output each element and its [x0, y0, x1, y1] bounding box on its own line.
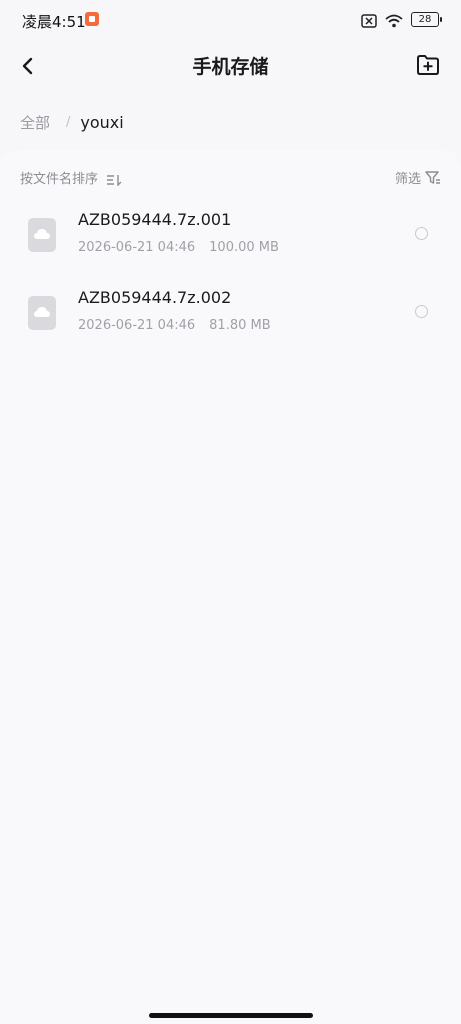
breadcrumb-current[interactable]: youxi — [80, 113, 123, 132]
app-notification-icon — [85, 12, 99, 26]
select-radio[interactable] — [415, 305, 428, 318]
filter-button[interactable]: 筛选 — [395, 168, 441, 187]
cloud-file-icon — [34, 229, 50, 239]
folder-plus-icon — [417, 55, 439, 75]
status-icons: 28 — [361, 12, 442, 28]
new-folder-button[interactable] — [413, 50, 443, 80]
sort-label: 按文件名排序 — [20, 172, 99, 187]
sort-button[interactable]: 按文件名排序 — [20, 168, 122, 187]
filter-icon — [425, 170, 440, 184]
file-date: 2026-06-21 04:46 — [78, 240, 196, 255]
status-time: 凌晨4:51 — [22, 13, 86, 31]
page-title: 手机存储 — [192, 56, 269, 78]
file-date: 2026-06-21 04:46 — [78, 318, 196, 333]
breadcrumb-root[interactable]: 全部 — [20, 112, 50, 133]
file-meta: 2026-06-21 04:46 100.00 MB — [78, 240, 279, 255]
file-list-panel: 按文件名排序 筛选 AZB059444.7z.001 2026-06-21 04… — [0, 150, 461, 1024]
home-indicator[interactable] — [149, 1013, 313, 1018]
file-size: 100.00 MB — [209, 240, 279, 255]
wifi-icon — [385, 13, 403, 27]
breadcrumb-separator: / — [66, 115, 71, 130]
sort-icon — [107, 174, 122, 186]
file-list-item[interactable]: AZB059444.7z.002 2026-06-21 04:46 81.80 M… — [0, 276, 461, 354]
filter-label: 筛选 — [394, 172, 421, 187]
file-name: AZB059444.7z.001 — [78, 210, 232, 229]
file-list-item[interactable]: AZB059444.7z.001 2026-06-21 04:46 100.00 … — [0, 198, 461, 276]
select-radio[interactable] — [415, 227, 428, 240]
breadcrumb: 全部 / youxi — [20, 112, 124, 133]
no-sim-icon — [361, 13, 377, 28]
file-size: 81.80 MB — [209, 318, 271, 333]
file-thumbnail — [28, 296, 56, 330]
file-meta: 2026-06-21 04:46 81.80 MB — [78, 318, 271, 333]
status-bar: 凌晨4:51 28 — [0, 0, 461, 42]
file-name: AZB059444.7z.002 — [78, 288, 232, 307]
top-app-bar: 手机存储 — [0, 42, 461, 90]
file-thumbnail — [28, 218, 56, 252]
battery-indicator: 28 — [411, 12, 442, 27]
cloud-file-icon — [34, 307, 50, 317]
sort-bar: 按文件名排序 筛选 — [20, 168, 441, 188]
